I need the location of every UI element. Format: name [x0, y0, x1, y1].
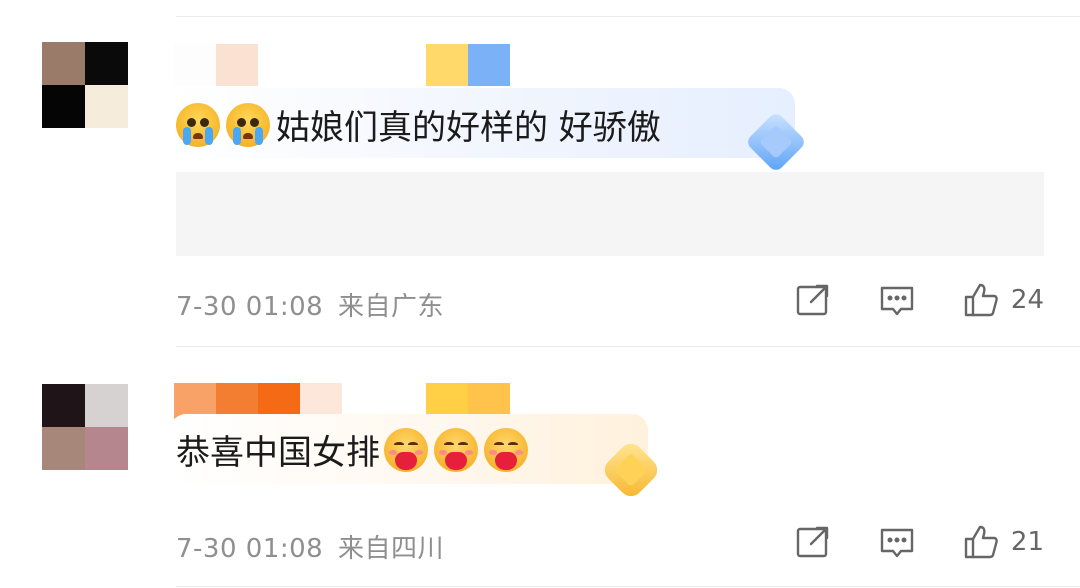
- like-count: 24: [1010, 285, 1044, 315]
- share-icon[interactable]: [795, 524, 831, 560]
- comment-text: 恭喜中国女排: [176, 425, 534, 474]
- divider: [176, 346, 1080, 347]
- comment-actions: 21: [795, 524, 1044, 560]
- comment-location: 来自四川: [337, 534, 444, 564]
- avatar[interactable]: [42, 384, 128, 470]
- divider: [176, 16, 1080, 17]
- comment-text: 姑娘们真的好样的 好骄傲: [176, 100, 661, 149]
- comment-location: 来自广东: [337, 292, 444, 322]
- username-mosaic[interactable]: [174, 44, 510, 86]
- comment-time: 7-30 01:08: [176, 534, 324, 564]
- like-count: 21: [1010, 527, 1044, 557]
- comment-list: 姑娘们真的好样的 好骄傲 7-30 01:08 来自广东 24 恭喜中国女排 7…: [0, 0, 1080, 588]
- crying-emoji-icon: [226, 102, 270, 147]
- share-icon[interactable]: [795, 282, 831, 318]
- avatar[interactable]: [42, 42, 128, 128]
- comment-time: 7-30 01:08: [176, 292, 324, 322]
- reply-preview-box[interactable]: [176, 172, 1044, 256]
- comment-icon[interactable]: [879, 282, 915, 318]
- comment-icon[interactable]: [879, 524, 915, 560]
- hug-heart-emoji-icon: [434, 427, 478, 472]
- thumbs-up-icon[interactable]: [963, 524, 999, 560]
- comment-meta: 7-30 01:08 来自广东: [176, 286, 444, 323]
- thumbs-up-icon[interactable]: [963, 282, 999, 318]
- comment-body: 恭喜中国女排: [176, 433, 380, 473]
- comment-actions: 24: [795, 282, 1044, 318]
- comment-meta: 7-30 01:08 来自四川: [176, 528, 444, 565]
- comment-body: 姑娘们真的好样的 好骄傲: [276, 108, 661, 148]
- hug-heart-emoji-icon: [484, 427, 528, 472]
- crying-emoji-icon: [176, 102, 220, 147]
- hug-heart-emoji-icon: [384, 427, 428, 472]
- divider: [176, 586, 1080, 587]
